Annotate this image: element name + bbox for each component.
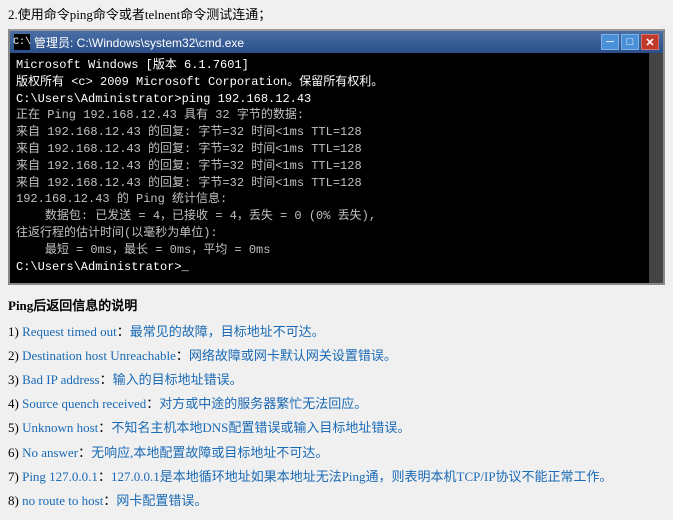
ping-item-label: Unknown host — [22, 420, 98, 435]
ping-item-colon: ： — [176, 348, 189, 363]
ping-item-label: no route to host — [22, 493, 103, 508]
ping-item-colon: ： — [103, 493, 116, 508]
cmd-line: 192.168.12.43 的 Ping 统计信息: — [16, 191, 643, 208]
ping-item-3: 3) Bad IP address：输入的目标地址错误。 — [8, 369, 665, 391]
cmd-icon: C:\ — [14, 34, 30, 50]
ping-item-text: 对方或中途的服务器繁忙无法回应。 — [159, 396, 367, 411]
ping-item-num: 6) — [8, 445, 22, 460]
ping-item-num: 2) — [8, 348, 22, 363]
ping-item-label: Request timed out — [22, 324, 117, 339]
cmd-body: Microsoft Windows [版本 6.1.7601]版权所有 <c> … — [10, 53, 649, 283]
ping-item-text: 网络故障或网卡默认网关设置错误。 — [189, 348, 397, 363]
minimize-button[interactable]: ─ — [601, 34, 619, 50]
ping-item-2: 2) Destination host Unreachable：网络故障或网卡默… — [8, 345, 665, 367]
ping-item-label: Bad IP address — [22, 372, 100, 387]
ping-item-text: 不知名主机本地DNS配置错误或输入目标地址错误。 — [111, 420, 410, 435]
ping-item-6: 6) No answer：无响应,本地配置故障或目标地址不可达。 — [8, 442, 665, 464]
ping-item-text: 输入的目标地址错误。 — [113, 372, 243, 387]
ping-item-num: 4) — [8, 396, 22, 411]
cmd-line: C:\Users\Administrator>_ — [16, 259, 643, 276]
ping-item-1: 1) Request timed out：最常见的故障，目标地址不可达。 — [8, 321, 665, 343]
ping-item-label: No answer — [22, 445, 78, 460]
ping-item-text: 网卡配置错误。 — [116, 493, 207, 508]
ping-item-label: Ping 127.0.0.1 — [22, 469, 98, 484]
ping-item-text: 127.0.0.1是本地循环地址如果本地址无法Ping通，则表明本机TCP/IP… — [111, 469, 613, 484]
cmd-titlebar: C:\ 管理员: C:\Windows\system32\cmd.exe ─ □… — [10, 31, 663, 53]
cmd-line: 来自 192.168.12.43 的回复: 字节=32 时间<1ms TTL=1… — [16, 175, 643, 192]
ping-item-num: 1) — [8, 324, 22, 339]
cmd-window: C:\ 管理员: C:\Windows\system32\cmd.exe ─ □… — [8, 29, 665, 285]
ping-item-8: 8) no route to host：网卡配置错误。 — [8, 490, 665, 512]
ping-item-colon: ： — [98, 420, 111, 435]
ping-item-colon: ： — [78, 445, 91, 460]
ping-title: Ping后返回信息的说明 — [8, 295, 665, 317]
ping-item-colon: ： — [100, 372, 113, 387]
cmd-line: 数据包: 已发送 = 4，已接收 = 4，丢失 = 0 (0% 丢失), — [16, 208, 643, 225]
maximize-button[interactable]: □ — [621, 34, 639, 50]
ping-item-num: 8) — [8, 493, 22, 508]
ping-item-colon: ： — [146, 396, 159, 411]
ping-item-5: 5) Unknown host：不知名主机本地DNS配置错误或输入目标地址错误。 — [8, 417, 665, 439]
cmd-line: 版权所有 <c> 2009 Microsoft Corporation。保留所有… — [16, 74, 643, 91]
cmd-scrollbar-area: Microsoft Windows [版本 6.1.7601]版权所有 <c> … — [10, 53, 663, 283]
cmd-line: 来自 192.168.12.43 的回复: 字节=32 时间<1ms TTL=1… — [16, 158, 643, 175]
cmd-line: C:\Users\Administrator>ping 192.168.12.4… — [16, 91, 643, 108]
cmd-line: 最短 = 0ms，最长 = 0ms，平均 = 0ms — [16, 242, 643, 259]
cmd-line: 往返行程的估计时间(以毫秒为单位): — [16, 225, 643, 242]
ping-item-num: 5) — [8, 420, 22, 435]
top-instruction: 2.使用命令ping命令或者telnent命令测试连通； — [0, 0, 673, 25]
ping-item-text: 最常见的故障，目标地址不可达。 — [130, 324, 325, 339]
ping-item-label: Destination host Unreachable — [22, 348, 176, 363]
cmd-line: 来自 192.168.12.43 的回复: 字节=32 时间<1ms TTL=1… — [16, 141, 643, 158]
ping-explanation: Ping后返回信息的说明 1) Request timed out：最常见的故障… — [0, 289, 673, 520]
cmd-line: 正在 Ping 192.168.12.43 具有 32 字节的数据: — [16, 107, 643, 124]
ping-item-num: 3) — [8, 372, 22, 387]
ping-item-7: 7) Ping 127.0.0.1：127.0.0.1是本地循环地址如果本地址无… — [8, 466, 665, 488]
ping-item-colon: ： — [117, 324, 130, 339]
ping-item-colon: ： — [98, 469, 111, 484]
ping-item-num: 7) — [8, 469, 22, 484]
ping-item-label: Source quench received — [22, 396, 146, 411]
cmd-line: Microsoft Windows [版本 6.1.7601] — [16, 57, 643, 74]
cmd-title: 管理员: C:\Windows\system32\cmd.exe — [34, 34, 601, 51]
close-button[interactable]: ✕ — [641, 34, 659, 50]
cmd-scrollbar[interactable] — [649, 53, 663, 283]
cmd-line: 来自 192.168.12.43 的回复: 字节=32 时间<1ms TTL=1… — [16, 124, 643, 141]
window-controls: ─ □ ✕ — [601, 34, 659, 50]
ping-item-text: 无响应,本地配置故障或目标地址不可达。 — [91, 445, 328, 460]
ping-item-4: 4) Source quench received：对方或中途的服务器繁忙无法回… — [8, 393, 665, 415]
